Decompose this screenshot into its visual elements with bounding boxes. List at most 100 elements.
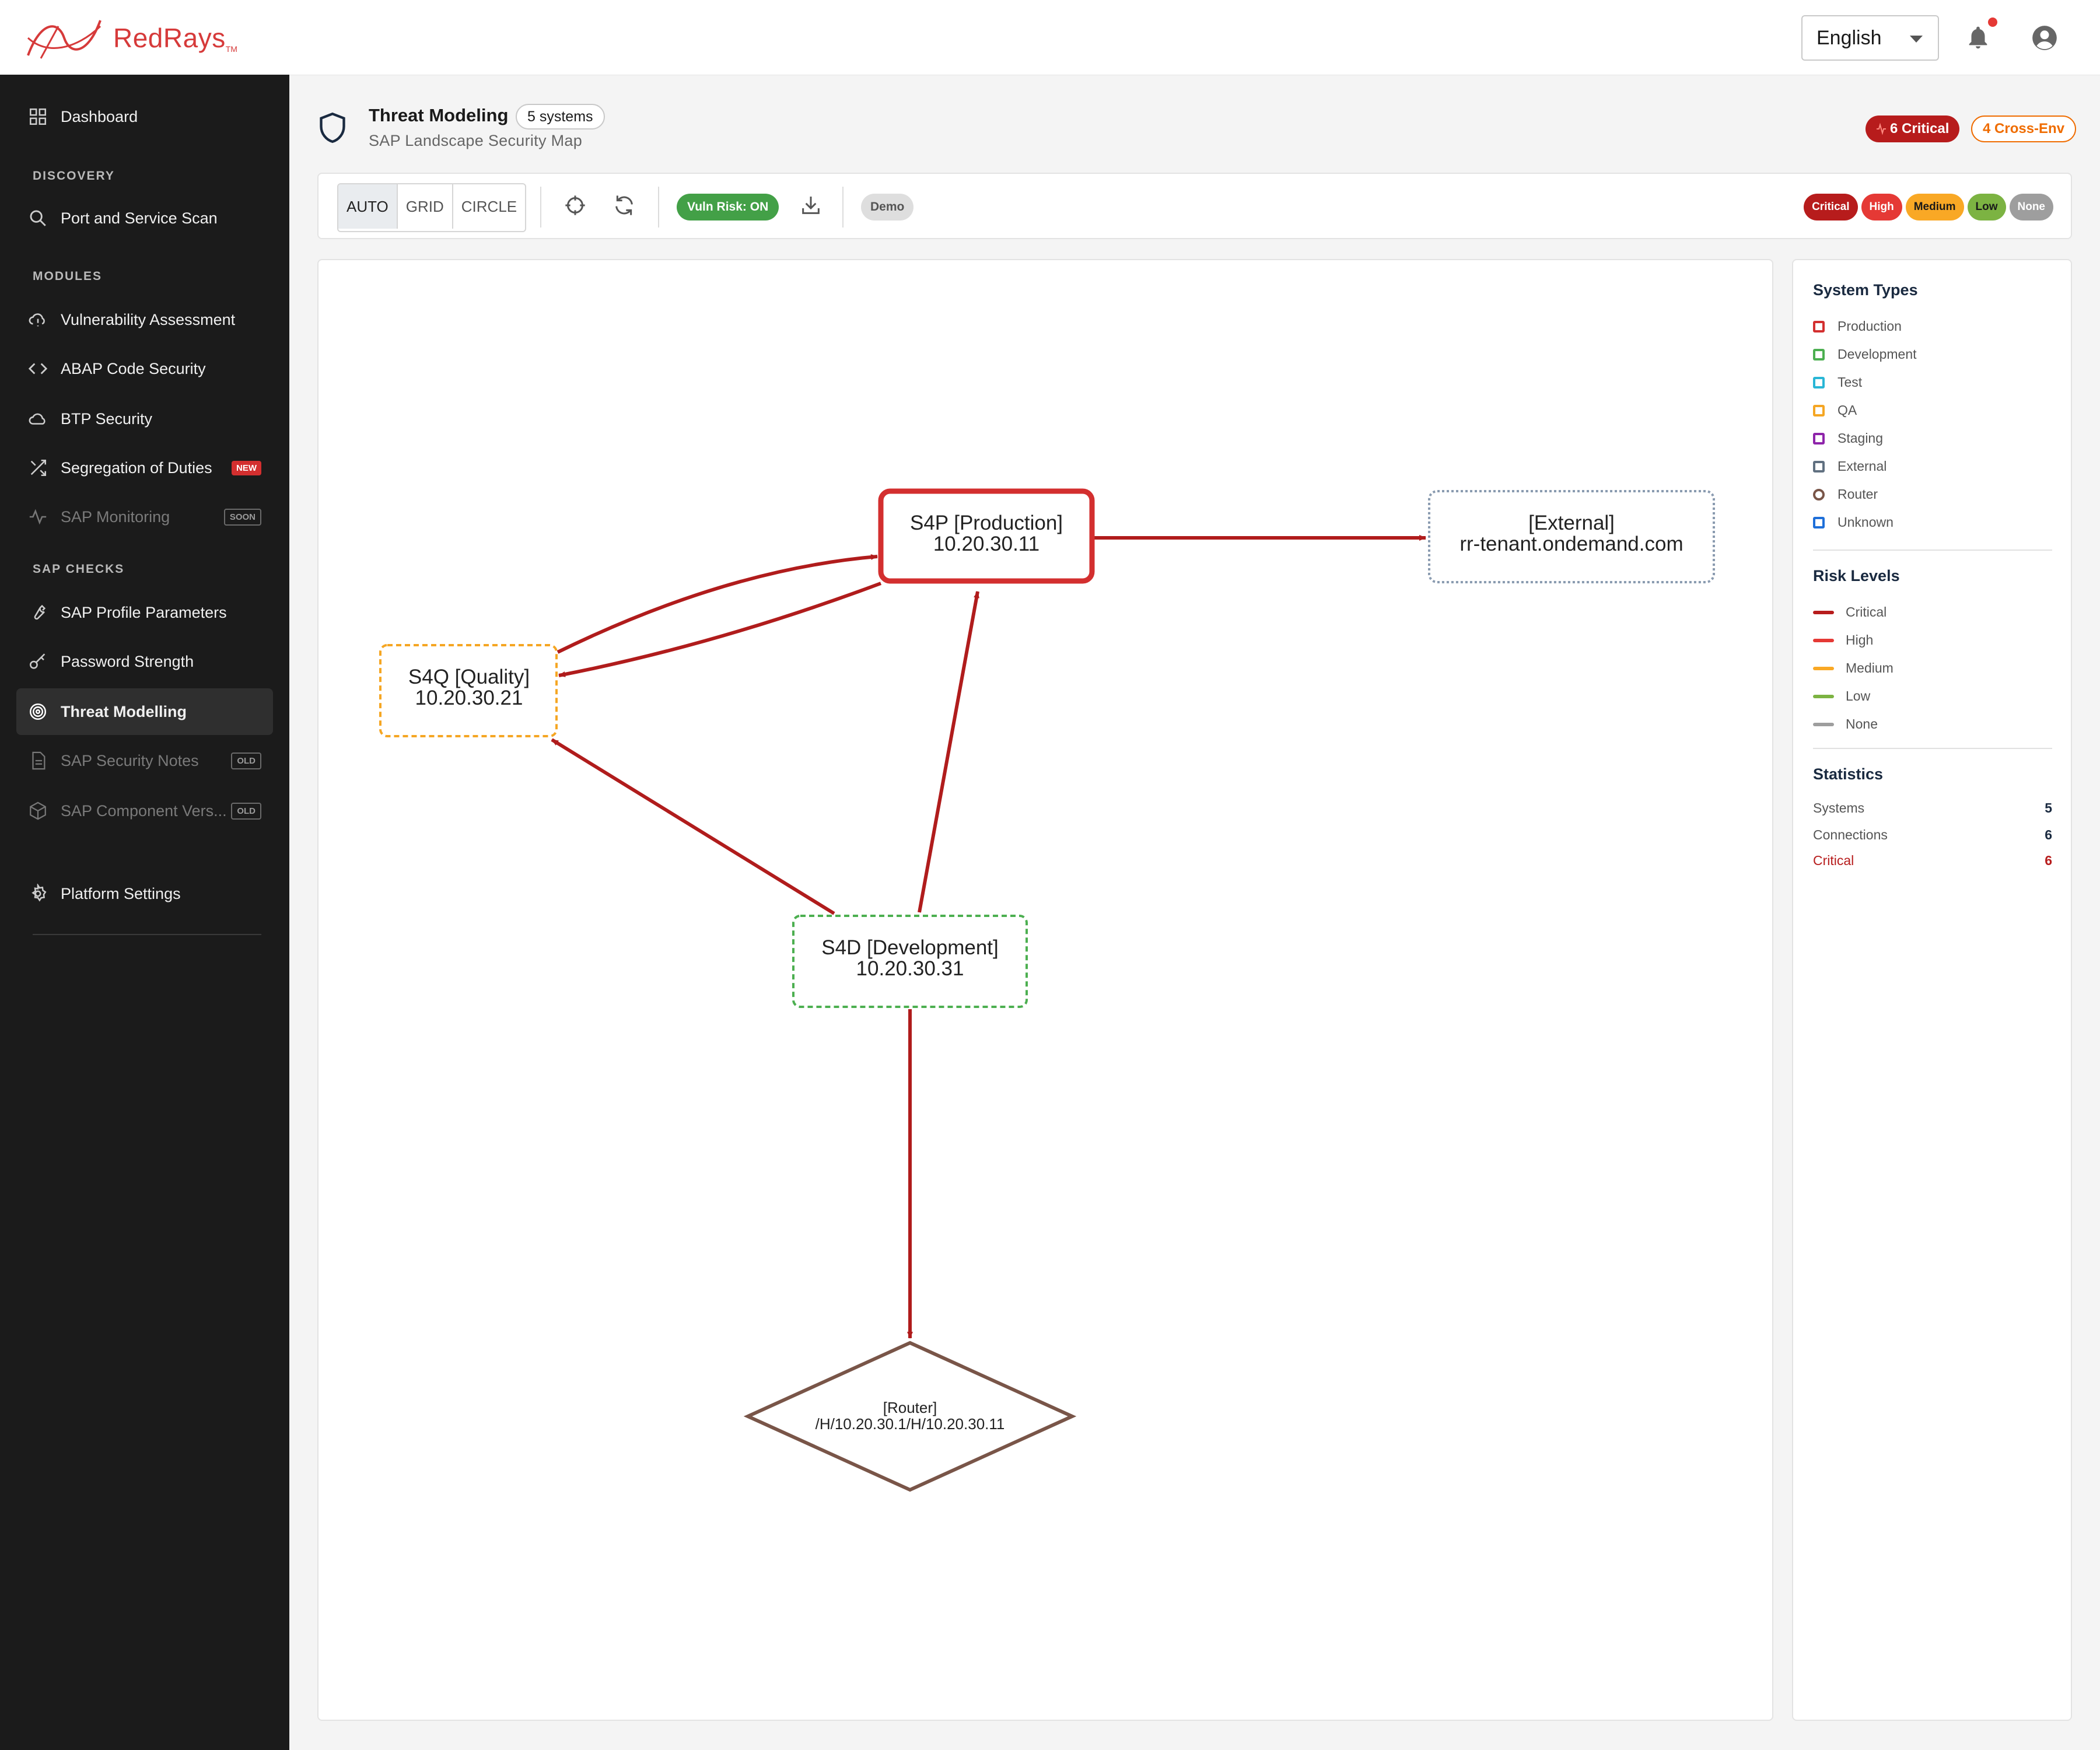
brand-tm: TM: [225, 44, 237, 54]
risk-filter-pills: Critical High Medium Low None: [1804, 194, 2053, 220]
landscape-graph[interactable]: S4P [Production] 10.20.30.11 [External] …: [318, 260, 1772, 1720]
legend-risk-level: High: [1813, 632, 1873, 648]
sidebar-item-label: SAP Security Notes: [61, 751, 199, 769]
sidebar-item-profile-parameters[interactable]: SAP Profile Parameters: [16, 589, 273, 636]
legend-swatch: [1813, 320, 1825, 332]
legend-risk-level: Critical: [1813, 604, 1887, 620]
stat-label: Systems: [1813, 800, 1865, 816]
legend-label: Router: [1838, 487, 1878, 502]
legend-label: Unknown: [1838, 514, 1894, 530]
download-icon[interactable]: [799, 194, 822, 217]
sidebar-item-btp[interactable]: BTP Security: [16, 396, 273, 442]
sidebar-item-label: SAP Monitoring: [61, 508, 170, 526]
brand-logo[interactable]: RedRays TM: [23, 12, 237, 64]
legend-line: [1813, 610, 1834, 614]
legend-label: High: [1846, 632, 1874, 648]
section-discovery: DISCOVERY: [33, 169, 115, 183]
notification-dot: [1988, 18, 1997, 27]
stat-critical: Critical 6: [1813, 853, 2052, 869]
system-types-title: System Types: [1813, 281, 1918, 299]
app-root: RedRays TM English Dashboard DISCOVERY P…: [0, 0, 2100, 1750]
risk-pill-none[interactable]: None: [2009, 194, 2053, 220]
layout-grid-button[interactable]: GRID: [398, 184, 453, 229]
sidebar-item-abap[interactable]: ABAP Code Security: [16, 345, 273, 392]
crosshair-icon[interactable]: [564, 194, 587, 217]
legend-label: Critical: [1846, 604, 1887, 620]
language-select[interactable]: English: [1801, 15, 1939, 61]
legend-swatch: [1813, 460, 1825, 473]
stat-label: Critical: [1813, 853, 1854, 868]
layout-circle-button[interactable]: CIRCLE: [453, 184, 525, 229]
sidebar: Dashboard DISCOVERY Port and Service Sca…: [0, 75, 289, 1750]
target-icon: [29, 703, 47, 720]
sidebar-item-threat-modelling[interactable]: Threat Modelling: [16, 688, 273, 735]
old-badge: OLD: [231, 803, 261, 820]
graph-toolbar: AUTO GRID CIRCLE Vuln Risk: ON Demo Crit…: [317, 173, 2072, 239]
risk-pill-high[interactable]: High: [1861, 194, 1902, 220]
legend-system-type: External: [1813, 459, 1887, 474]
toolbar-divider: [658, 187, 659, 228]
gear-icon: [32, 884, 47, 902]
chevron-down-icon: [1910, 36, 1923, 43]
sidebar-item-label: Segregation of Duties: [61, 459, 212, 477]
node-s4p-name: S4P [Production]: [910, 512, 1063, 534]
pulse-icon: [1877, 123, 1886, 135]
legend-line: [1813, 722, 1834, 726]
risk-pill-critical[interactable]: Critical: [1804, 194, 1858, 220]
risk-pill-medium[interactable]: Medium: [1905, 194, 1964, 220]
soon-badge: SOON: [223, 509, 261, 526]
node-external[interactable]: [External] rr-tenant.ondemand.com: [1428, 490, 1715, 583]
node-s4q[interactable]: S4Q [Quality] 10.20.30.21: [379, 644, 558, 737]
legend-label: None: [1846, 716, 1878, 732]
cloud-alert-icon: [29, 313, 45, 327]
vuln-risk-toggle[interactable]: Vuln Risk: ON: [677, 194, 779, 220]
systems-count-badge: 5 systems: [516, 104, 605, 130]
node-s4q-ip: 10.20.30.21: [415, 687, 523, 709]
legend-swatch: [1813, 516, 1825, 528]
sidebar-item-label: Password Strength: [61, 652, 194, 670]
edge-s4d-to-s4p[interactable]: [918, 591, 979, 913]
node-s4d[interactable]: S4D [Development] 10.20.30.31: [792, 915, 1028, 1008]
stat-value: 5: [2045, 800, 2052, 816]
sidebar-item-label: SAP Profile Parameters: [61, 603, 227, 621]
demo-badge[interactable]: Demo: [861, 194, 914, 220]
account-icon[interactable]: [2030, 23, 2059, 52]
sidebar-item-label: SAP Component Vers...: [61, 802, 227, 820]
critical-count-label: 6 Critical: [1890, 121, 1950, 136]
legend-system-type: Router: [1813, 487, 1878, 502]
risk-levels-title: Risk Levels: [1813, 567, 1900, 584]
sidebar-divider: [33, 934, 261, 935]
node-s4p[interactable]: S4P [Production] 10.20.30.11: [878, 488, 1095, 584]
legend-panel: System Types Production Development Test QA…: [1792, 259, 2072, 1721]
redrays-logo-icon: [27, 20, 102, 59]
document-icon: [32, 751, 46, 770]
landscape-graph-canvas[interactable]: S4P [Production] 10.20.30.11 [External] …: [317, 259, 1773, 1721]
refresh-icon[interactable]: [612, 194, 636, 217]
old-badge: OLD: [231, 752, 261, 769]
cloud-icon: [29, 413, 46, 425]
legend-system-type: QA: [1813, 402, 1857, 418]
page-title: Threat Modeling: [369, 105, 509, 125]
sidebar-item-label: ABAP Code Security: [61, 359, 206, 377]
sidebar-item-password[interactable]: Password Strength: [16, 638, 273, 685]
sidebar-item-component-versions: SAP Component Vers... OLD: [16, 788, 273, 834]
stat-connections: Connections 6: [1813, 827, 2052, 843]
section-modules: MODULES: [33, 270, 102, 283]
edge-s4d-to-s4q[interactable]: [551, 738, 835, 915]
brand-name: RedRays: [113, 23, 226, 53]
legend-label: Test: [1838, 374, 1863, 390]
sidebar-item-vulnerability[interactable]: Vulnerability Assessment: [16, 296, 273, 343]
sidebar-item-platform-settings[interactable]: Platform Settings: [16, 870, 273, 917]
layout-auto-button[interactable]: AUTO: [338, 184, 398, 229]
sidebar-item-port-scan[interactable]: Port and Service Scan: [16, 195, 273, 242]
bell-icon[interactable]: [1965, 23, 1992, 51]
critical-count-badge[interactable]: 6 Critical: [1866, 116, 1960, 142]
node-external-host: rr-tenant.ondemand.com: [1460, 533, 1683, 555]
legend-divider: [1813, 550, 2052, 551]
legend-swatch: [1813, 488, 1825, 501]
cross-env-badge[interactable]: 4 Cross-Env: [1971, 116, 2077, 142]
sidebar-item-dashboard[interactable]: Dashboard: [16, 93, 273, 140]
node-router[interactable]: [Router] /H/10.20.30.1/H/10.20.30.11: [743, 1340, 1077, 1492]
sidebar-item-segregation[interactable]: Segregation of Duties NEW: [16, 444, 273, 491]
risk-pill-low[interactable]: Low: [1967, 194, 2006, 220]
